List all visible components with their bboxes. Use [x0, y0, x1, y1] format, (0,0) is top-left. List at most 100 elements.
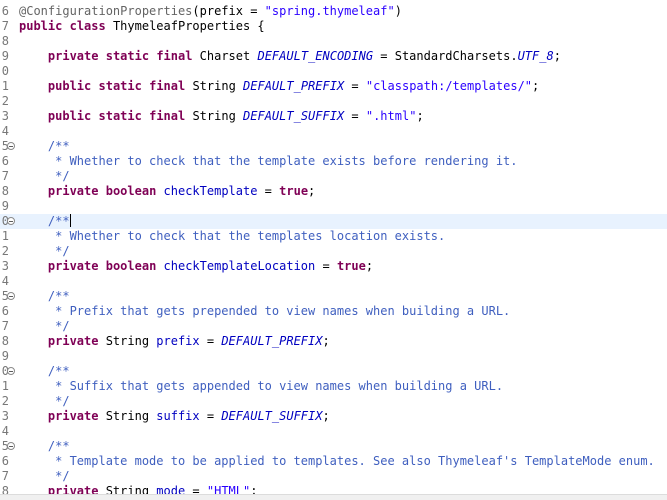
code-token: = — [344, 79, 366, 93]
code-line[interactable]: 3 private boolean checkTemplateLocation … — [0, 259, 667, 274]
code-token: private — [47, 184, 99, 198]
code-token: final — [149, 79, 186, 93]
code-token: static — [98, 79, 142, 93]
code-token: */ — [19, 319, 70, 333]
code-line[interactable]: 9 — [0, 349, 667, 364]
code-token: /** — [19, 139, 70, 153]
code-text: /** — [19, 439, 70, 454]
code-line[interactable]: 3 public static final String DEFAULT_SUF… — [0, 109, 667, 124]
line-number-gutter: 4 — [0, 124, 18, 139]
code-line[interactable]: 1 * Suffix that gets appended to view na… — [0, 379, 667, 394]
line-number-gutter: 2 — [0, 94, 18, 109]
code-line[interactable]: 0 /** — [0, 214, 667, 229]
horizontal-scrollbar[interactable] — [0, 494, 667, 500]
code-token: /** — [19, 214, 70, 228]
line-number: 2 — [1, 94, 9, 108]
code-line[interactable]: 0 — [0, 64, 667, 79]
code-text: * Suffix that gets appended to view name… — [19, 379, 503, 394]
line-number: 0 — [1, 64, 9, 78]
line-number-gutter: 6 — [0, 454, 18, 469]
line-number: 9 — [1, 199, 9, 213]
code-line[interactable]: 8 private String prefix = DEFAULT_PREFIX… — [0, 334, 667, 349]
code-line[interactable]: 0 /** — [0, 364, 667, 379]
code-token: DEFAULT_SUFFIX — [243, 109, 345, 123]
line-number-gutter: 7 — [0, 319, 18, 334]
code-token: ; — [365, 259, 374, 273]
code-token: */ — [19, 394, 70, 408]
code-line[interactable]: 5 /** — [0, 139, 667, 154]
line-number: 6 — [1, 154, 9, 168]
code-text: /** — [19, 364, 70, 379]
code-line[interactable]: 7 public class ThymeleafProperties { — [0, 19, 667, 34]
line-number-gutter: 6 — [0, 304, 18, 319]
code-line[interactable]: 6 * Whether to check that the template e… — [0, 154, 667, 169]
code-line[interactable]: 9 — [0, 199, 667, 214]
line-number: 8 — [1, 34, 9, 48]
code-token: static — [105, 49, 150, 63]
code-line[interactable]: 4 — [0, 274, 667, 289]
code-token: UTF_8 — [517, 49, 554, 63]
code-line[interactable]: 7 */ — [0, 169, 667, 184]
code-text: private boolean checkTemplateLocation = … — [19, 259, 373, 274]
code-token: String — [98, 334, 157, 348]
collapse-fold-icon[interactable] — [7, 367, 15, 375]
line-number: 9 — [1, 349, 9, 363]
code-line[interactable]: 4 — [0, 424, 667, 439]
code-line[interactable]: 2 */ — [0, 244, 667, 259]
code-token: String — [98, 409, 157, 423]
code-text: * Template mode to be applied to templat… — [19, 454, 655, 469]
collapse-fold-icon[interactable] — [7, 217, 15, 225]
line-number-gutter: 9 — [0, 349, 18, 364]
code-line[interactable]: 2 — [0, 94, 667, 109]
code-text: */ — [19, 469, 69, 484]
line-number-gutter: 4 — [0, 424, 18, 439]
code-line[interactable]: 5 /** — [0, 439, 667, 454]
collapse-fold-icon[interactable] — [7, 142, 15, 150]
code-token: boolean — [105, 184, 157, 198]
line-number: 2 — [1, 244, 9, 258]
code-token: private — [47, 409, 99, 423]
line-number-gutter: 1 — [0, 379, 18, 394]
code-line[interactable]: 1 * Whether to check that the templates … — [0, 229, 667, 244]
code-text: */ — [19, 244, 69, 259]
code-text: private boolean checkTemplate = true; — [19, 184, 315, 199]
line-number: 4 — [1, 274, 9, 288]
text-caret — [69, 214, 71, 227]
collapse-fold-icon[interactable] — [7, 442, 15, 450]
line-number-gutter: 8 — [0, 334, 18, 349]
line-number-gutter: 6 — [0, 4, 18, 19]
code-line[interactable]: 1 public static final String DEFAULT_PRE… — [0, 79, 667, 94]
code-token: final — [156, 49, 193, 63]
code-line[interactable]: 3 private String suffix = DEFAULT_SUFFIX… — [0, 409, 667, 424]
code-text: public static final String DEFAULT_SUFFI… — [19, 109, 424, 124]
code-token: ".html" — [365, 109, 417, 123]
code-line[interactable]: 2 */ — [0, 394, 667, 409]
code-line[interactable]: 6 * Prefix that gets prepended to view n… — [0, 304, 667, 319]
code-line[interactable]: 5 /** — [0, 289, 667, 304]
code-line[interactable]: 6 * Template mode to be applied to templ… — [0, 454, 667, 469]
code-line[interactable]: 4 — [0, 124, 667, 139]
line-number-gutter: 7 — [0, 169, 18, 184]
code-line[interactable]: 7 */ — [0, 319, 667, 334]
code-text: */ — [19, 394, 70, 409]
code-token: ; — [416, 109, 424, 123]
line-number: 8 — [1, 184, 9, 198]
code-line[interactable]: 7 */ — [0, 469, 667, 484]
code-line[interactable]: 8 private boolean checkTemplate = true; — [0, 184, 667, 199]
code-token: = — [315, 259, 337, 273]
collapse-fold-icon[interactable] — [7, 292, 15, 300]
code-token: suffix — [156, 409, 200, 423]
code-line[interactable]: 9 private static final Charset DEFAULT_E… — [0, 49, 667, 64]
code-token: = — [344, 109, 366, 123]
code-text: public static final String DEFAULT_PREFI… — [19, 79, 539, 94]
code-line[interactable]: 6 @ConfigurationProperties(prefix = "spri… — [0, 4, 667, 19]
code-line[interactable]: 8 — [0, 34, 667, 49]
code-editor[interactable]: 6 @ConfigurationProperties(prefix = "spri… — [0, 0, 667, 500]
